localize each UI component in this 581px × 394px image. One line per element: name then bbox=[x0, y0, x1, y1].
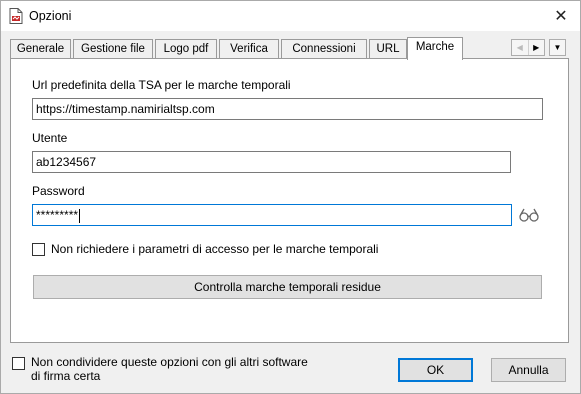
tab-logo-pdf[interactable]: Logo pdf bbox=[155, 39, 217, 58]
text-caret bbox=[79, 208, 81, 223]
tab-marche[interactable]: Marche bbox=[407, 37, 463, 60]
cancel-button[interactable]: Annulla bbox=[491, 358, 566, 382]
tab-scroll-right-button[interactable]: ▶ bbox=[529, 40, 545, 55]
tab-scroll-left-button[interactable]: ◀ bbox=[512, 40, 529, 55]
tab-scroll-buttons: ◀ ▶ bbox=[511, 39, 545, 56]
chevron-left-icon: ◀ bbox=[516, 43, 523, 52]
no-credentials-label: Non richiedere i parametri di accesso pe… bbox=[51, 242, 379, 256]
tab-verifica[interactable]: Verifica bbox=[219, 39, 279, 58]
app-document-icon bbox=[9, 8, 23, 24]
tab-list-dropdown-button[interactable]: ▼ bbox=[549, 39, 566, 56]
tab-url[interactable]: URL bbox=[369, 39, 407, 58]
window-title: Opzioni bbox=[29, 9, 72, 23]
tsa-url-input[interactable]: https://timestamp.namirialtsp.com bbox=[32, 98, 543, 120]
glasses-icon[interactable] bbox=[518, 207, 540, 223]
password-value: ********* bbox=[36, 208, 79, 222]
tab-gestione-file[interactable]: Gestione file bbox=[73, 39, 153, 58]
close-button[interactable]: ✕ bbox=[542, 1, 580, 31]
password-label: Password bbox=[32, 184, 85, 198]
user-label: Utente bbox=[32, 131, 68, 145]
password-input[interactable]: ********* bbox=[32, 204, 512, 226]
tab-generale[interactable]: Generale bbox=[10, 39, 71, 58]
check-remaining-timestamps-button[interactable]: Controlla marche temporali residue bbox=[33, 275, 542, 299]
user-input[interactable]: ab1234567 bbox=[32, 151, 511, 173]
no-share-options-label: Non condividere queste opzioni con gli a… bbox=[31, 355, 308, 383]
close-icon: ✕ bbox=[554, 8, 568, 25]
chevron-right-icon: ▶ bbox=[533, 43, 540, 52]
ok-button[interactable]: OK bbox=[398, 358, 473, 382]
chevron-down-icon: ▼ bbox=[553, 43, 562, 52]
tsa-url-label: Url predefinita della TSA per le marche … bbox=[32, 78, 291, 92]
options-dialog: Opzioni ✕ Generale Gestione file Logo pd… bbox=[0, 0, 581, 394]
title-bar: Opzioni ✕ bbox=[1, 1, 580, 31]
tab-connessioni[interactable]: Connessioni bbox=[281, 39, 367, 58]
tab-panel-marche: Url predefinita della TSA per le marche … bbox=[10, 58, 569, 343]
no-credentials-checkbox[interactable] bbox=[32, 243, 45, 256]
no-share-options-checkbox[interactable] bbox=[12, 357, 25, 370]
tab-strip: Generale Gestione file Logo pdf Verifica… bbox=[10, 37, 570, 60]
